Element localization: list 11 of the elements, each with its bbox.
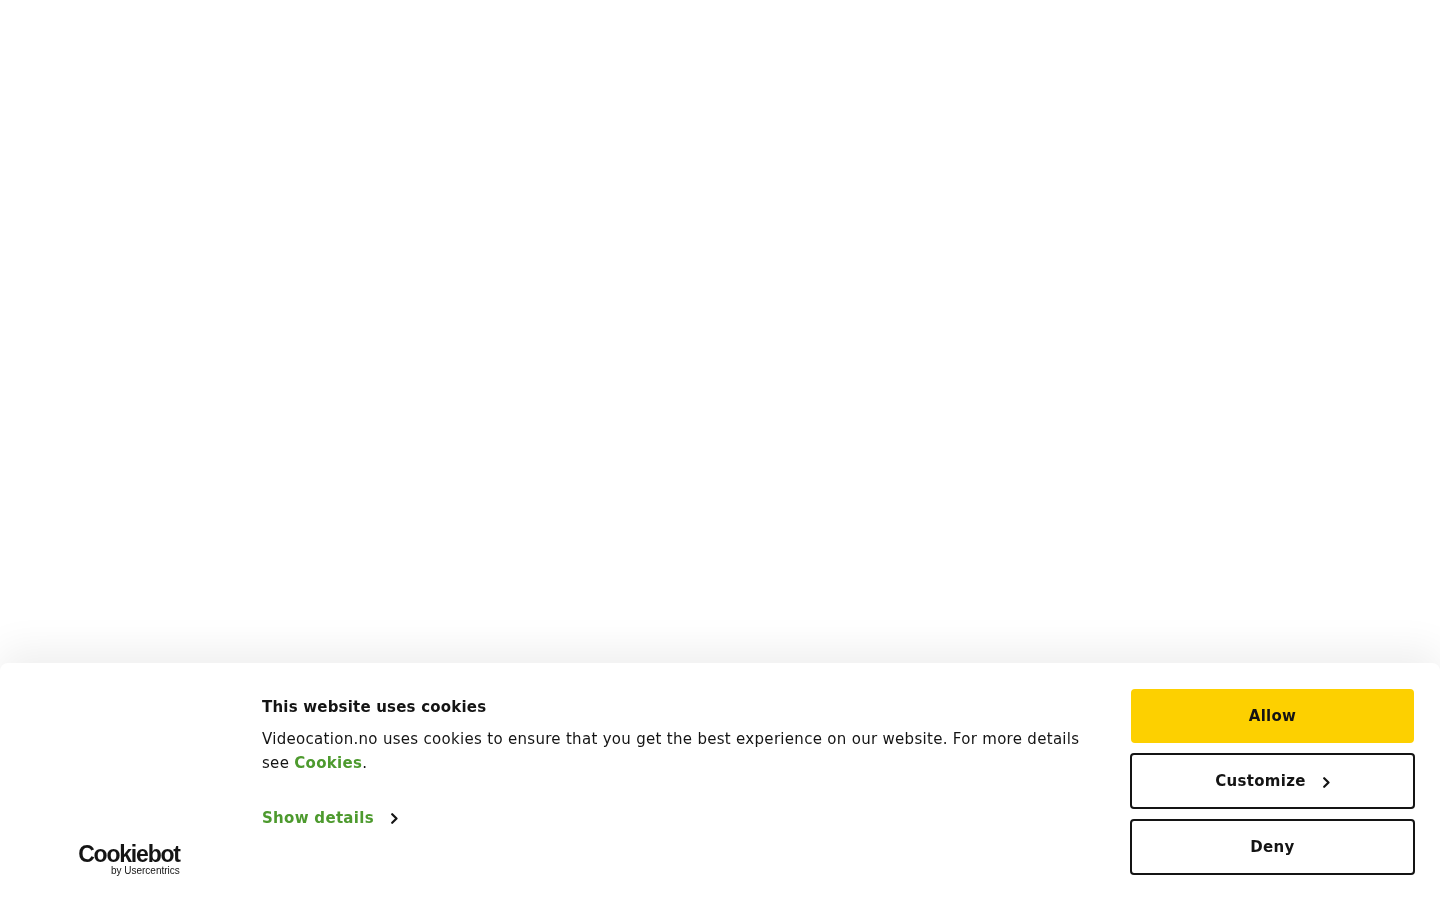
deny-button[interactable]: Deny (1130, 819, 1415, 875)
cookies-link[interactable]: Cookies (294, 754, 363, 772)
banner-description: Videocation.no uses cookies to ensure that you get the best experience on our website. For more details see Cookies. (262, 729, 1081, 774)
allow-button[interactable]: Allow (1131, 689, 1414, 743)
logo-tagline: by Usercentrics (110, 865, 180, 876)
banner-title: This website uses cookies (262, 697, 488, 717)
logo-wordmark: Cookiebot (78, 843, 180, 865)
chevron-right-icon (1322, 776, 1330, 788)
customize-button[interactable]: Customize (1130, 753, 1415, 809)
chevron-right-icon (390, 812, 398, 824)
show-details-link[interactable]: Show details (262, 806, 398, 830)
